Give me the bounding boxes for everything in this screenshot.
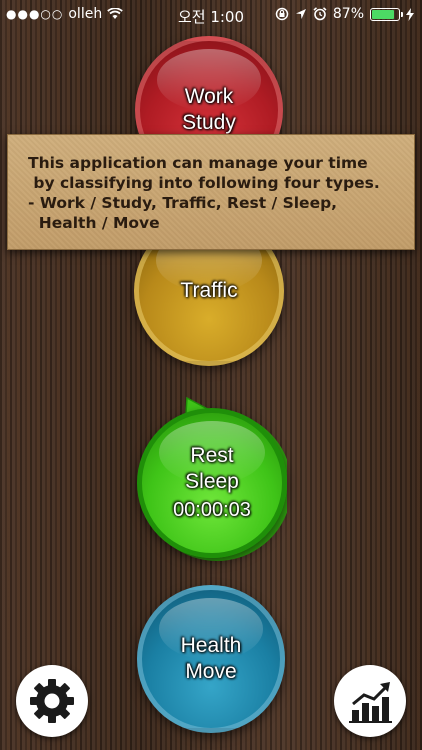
location-arrow-icon xyxy=(295,9,306,19)
move-label: Move xyxy=(185,660,237,683)
battery-percent: 87% xyxy=(332,6,364,22)
health-move-button[interactable]: Health Move xyxy=(137,585,285,733)
charging-bolt-icon xyxy=(406,7,414,21)
status-bar: ●●●○○ olleh 오전 1:00 87% xyxy=(0,0,422,30)
settings-button[interactable] xyxy=(16,665,88,737)
statistics-button[interactable] xyxy=(334,665,406,737)
rest-timer: 00:00:03 xyxy=(173,499,251,521)
tooltip-line-1: This application can manage your time xyxy=(28,154,368,172)
tooltip-line-3: - Work / Study, Traffic, Rest / Sleep, xyxy=(28,194,338,212)
status-right: 87% xyxy=(275,6,414,22)
gear-icon xyxy=(30,679,74,723)
work-label: Work xyxy=(184,85,234,108)
alarm-icon xyxy=(313,7,327,21)
battery-icon xyxy=(370,7,403,21)
intro-tooltip[interactable]: This application can manage your time by… xyxy=(7,134,415,250)
rotation-lock-icon xyxy=(275,7,289,21)
tooltip-line-2: by classifying into following four types… xyxy=(28,174,380,192)
bar-chart-icon xyxy=(349,682,392,723)
rest-label: Rest xyxy=(190,444,234,467)
battery-level xyxy=(372,9,395,19)
health-label: Health xyxy=(180,634,242,657)
tooltip-line-4: Health / Move xyxy=(28,214,160,232)
sleep-label: Sleep xyxy=(185,470,239,493)
rest-sleep-button[interactable]: Rest Sleep 00:00:03 xyxy=(137,408,287,558)
study-label: Study xyxy=(182,111,236,134)
traffic-label: Traffic xyxy=(180,279,238,302)
